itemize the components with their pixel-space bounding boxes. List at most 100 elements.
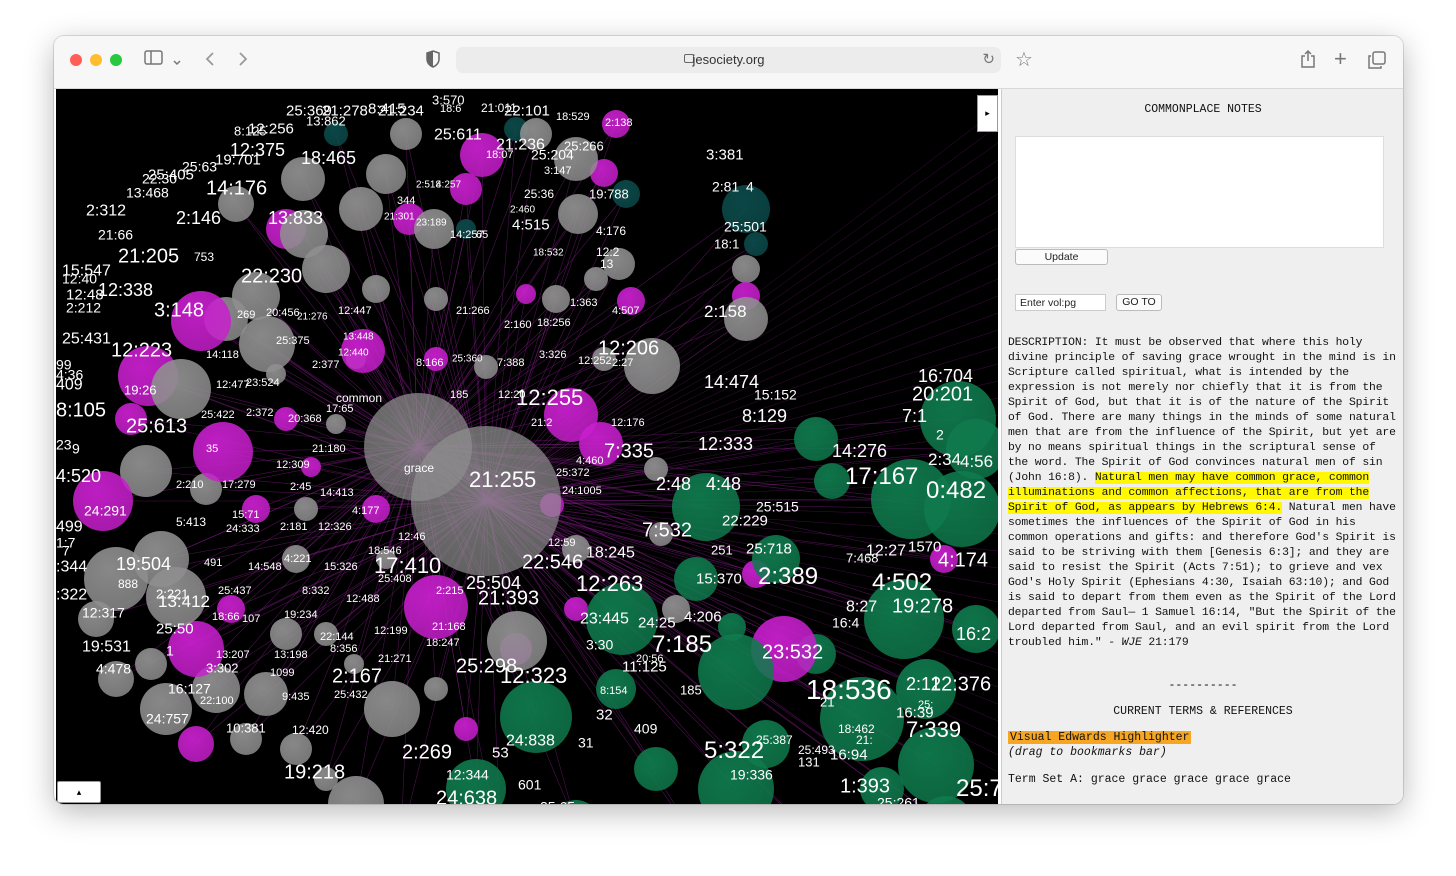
node-label: 21:255 (469, 467, 536, 492)
vol-page-input[interactable]: Enter vol:pg (1015, 294, 1106, 311)
drag-hint: (drag to bookmarks bar) (1008, 746, 1167, 759)
node-label: 1:363 (570, 297, 598, 309)
graph-node[interactable] (339, 187, 383, 231)
graph-node[interactable] (280, 733, 312, 765)
node-label: 601 (518, 776, 542, 792)
node-label: 21:168 (432, 621, 466, 633)
node-label: 3:148 (154, 300, 204, 322)
graph-canvas[interactable]: 25:36921:278 8:41521:2343:57021:01122:101… (56, 89, 998, 804)
graph-node[interactable] (178, 726, 214, 762)
back-icon[interactable] (204, 51, 216, 71)
node-label: 9:435 (282, 691, 310, 703)
tabs-icon[interactable] (1368, 51, 1386, 73)
graph-node[interactable] (634, 747, 678, 791)
node-label: 4:48 (706, 474, 741, 494)
node-label: 24:638 (436, 788, 497, 804)
node-label: 16:127 (168, 680, 211, 696)
node-label: 7:339 (906, 717, 961, 742)
node-label: 25:50 (156, 620, 194, 637)
expand-controls-button[interactable]: ▴ (57, 781, 101, 803)
node-label: 25:422 (201, 409, 235, 421)
node-label: 3:381 (706, 146, 744, 163)
share-icon[interactable] (1300, 49, 1316, 73)
graph-node[interactable] (414, 209, 454, 249)
node-label: 5:413 (176, 515, 206, 529)
node-label: 22:546 (522, 552, 583, 574)
node-label: 12:59 (548, 537, 576, 549)
graph-node[interactable] (454, 717, 478, 741)
node-label: 13:207 (216, 649, 250, 661)
graph-node[interactable] (424, 287, 448, 311)
zoom-window-button[interactable] (110, 54, 122, 66)
node-label: 2:167 (332, 666, 382, 688)
chevron-down-icon[interactable] (172, 52, 182, 72)
new-tab-icon[interactable]: + (1334, 48, 1347, 70)
node-label: 18:07 (486, 149, 514, 161)
graph-node[interactable] (193, 422, 253, 482)
graph-node[interactable] (516, 284, 536, 304)
graph-node[interactable] (135, 648, 167, 680)
node-label: 499 (56, 518, 83, 535)
node-label: 18:245 (586, 544, 635, 561)
node-label: 13 (600, 257, 614, 271)
node-label: 4 (746, 178, 754, 194)
graph-node[interactable] (362, 275, 390, 303)
minimize-window-button[interactable] (90, 54, 102, 66)
node-label: 269 (237, 309, 255, 321)
node-label: 24:333 (226, 523, 260, 535)
graph-visualization[interactable]: 25:369 21:278 8:415 21:234 3:570 21:011 22:101… (56, 89, 998, 804)
notes-textarea[interactable] (1015, 136, 1384, 248)
node-label: 31 (578, 734, 594, 750)
graph-node[interactable] (270, 618, 302, 650)
bookmarklet-link[interactable]: Visual Edwards Highlighter (1008, 731, 1192, 744)
node-label: 19:504 (116, 554, 171, 574)
node-label: 2:212 (66, 299, 101, 315)
graph-node[interactable] (744, 232, 768, 256)
node-label: 12:256 (248, 120, 294, 137)
forward-icon[interactable] (237, 51, 249, 71)
node-label: 25:432 (334, 689, 368, 701)
node-label: 20:368 (288, 413, 322, 425)
update-button[interactable]: Update (1015, 249, 1108, 265)
node-label: 14:413 (320, 487, 354, 499)
node-label: 18:247 (426, 637, 460, 649)
term-set: Term Set A: grace grace grace grace grac… (1008, 773, 1291, 786)
address-bar[interactable]: jesociety.org ↻ (456, 47, 1001, 73)
node-label: 24:25 (638, 614, 676, 631)
node-label: 2:210 (176, 479, 204, 491)
node-label: 8:356 (330, 643, 358, 655)
node-label: 251 (711, 543, 733, 558)
graph-node[interactable] (326, 414, 346, 434)
node-label: 25:613 (126, 416, 187, 438)
node-label: 7:532 (642, 520, 692, 542)
node-label: 12:46 (398, 531, 426, 543)
collapse-panel-button[interactable]: ▸ (977, 95, 998, 132)
shield-icon[interactable] (426, 50, 440, 72)
node-label: 35 (206, 443, 218, 455)
node-label: 25:266 (564, 139, 604, 154)
graph-node[interactable] (294, 497, 318, 521)
reload-icon[interactable]: ↻ (982, 50, 995, 68)
close-window-button[interactable] (70, 54, 82, 66)
graph-node[interactable] (542, 285, 570, 313)
graph-node[interactable] (364, 681, 420, 737)
node-label: 25:7 (956, 775, 998, 802)
graph-node[interactable] (424, 677, 448, 701)
node-label: 4:520 (56, 466, 101, 486)
go-to-button[interactable]: GO TO (1116, 294, 1162, 311)
star-icon[interactable]: ☆ (1015, 50, 1033, 70)
graph-node[interactable] (732, 255, 760, 283)
node-label: 185 (680, 683, 702, 698)
node-label: 2:460 (510, 204, 535, 215)
node-label: 12:477 (216, 379, 250, 391)
graph-node[interactable] (390, 118, 422, 150)
node-label: 32 (596, 706, 613, 723)
node-label: 1 (166, 642, 174, 658)
graph-node[interactable] (366, 154, 406, 194)
sidebar-icon[interactable] (144, 50, 164, 70)
graph-node[interactable] (302, 245, 350, 293)
node-label: 5:322 (704, 737, 764, 764)
node-label: 25: (918, 699, 933, 711)
node-label: 24:291 (84, 502, 127, 518)
node-label: 21:266 (456, 305, 490, 317)
